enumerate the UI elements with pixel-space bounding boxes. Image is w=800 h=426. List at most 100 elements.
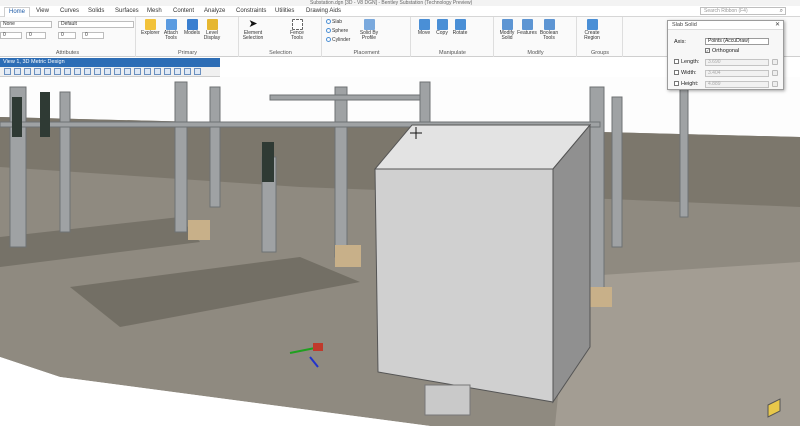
view-presentation-icon[interactable]	[144, 68, 151, 75]
level-combo[interactable]: None	[0, 21, 52, 28]
modify-solid-label: Modify Solid	[499, 30, 515, 41]
checkmark-icon: ✓	[705, 48, 710, 54]
group-label-modify: Modify	[527, 50, 544, 56]
fit-view-icon[interactable]	[44, 68, 51, 75]
copy-button[interactable]: Copy	[433, 19, 451, 36]
region-icon	[586, 19, 598, 30]
length-lock-checkbox[interactable]	[674, 59, 679, 65]
group-label-primary: Primary	[178, 50, 197, 56]
view-3d-canvas[interactable]	[0, 77, 800, 426]
view-title-bar[interactable]: View 1, 3D Metric Design	[0, 58, 220, 67]
weight-combo[interactable]: 0	[0, 32, 22, 39]
group-attributes: None Default 0 0 0 0 Attributes	[0, 17, 136, 57]
slab-button[interactable]: Slab	[326, 19, 342, 25]
explorer-label: Explorer	[141, 30, 160, 36]
slab-label: Slab	[332, 19, 343, 25]
style-combo[interactable]: Default	[58, 21, 134, 28]
previous-view-icon[interactable]	[84, 68, 91, 75]
scene-svg	[0, 81, 800, 426]
ribbon-search-input[interactable]: Search Ribbon (F4) ⌕	[700, 7, 786, 15]
move-button[interactable]: Move	[415, 19, 433, 36]
width-row[interactable]: Width:	[674, 70, 697, 76]
create-region-button[interactable]: Create Region	[581, 19, 603, 41]
rotate-label: Rotate	[452, 30, 468, 36]
length-lock-icon[interactable]	[772, 59, 778, 65]
fence-tools-button[interactable]: Fence Tools	[286, 19, 308, 41]
tab-utilities[interactable]: Utilities	[271, 7, 298, 17]
clip-volume-icon[interactable]	[124, 68, 131, 75]
group-label-groups: Groups	[590, 50, 610, 56]
solid-by-profile-button[interactable]: Solid By Profile	[357, 19, 381, 41]
next-view-icon[interactable]	[94, 68, 101, 75]
group-placement: Slab Sphere Cylinder Solid By Profile Pl…	[323, 17, 411, 57]
display-style-icon[interactable]	[184, 68, 191, 75]
view-settings-icon[interactable]	[174, 68, 181, 75]
tab-curves[interactable]: Curves	[56, 7, 83, 17]
height-lock-icon[interactable]	[772, 81, 778, 87]
tab-analyze[interactable]: Analyze	[200, 7, 229, 17]
explorer-button[interactable]: Explorer	[141, 19, 160, 36]
view-display-mode-icon[interactable]	[114, 68, 121, 75]
group-label-manipulate: Manipulate	[439, 50, 466, 56]
view-attributes-icon[interactable]	[4, 68, 11, 75]
tab-constraints[interactable]: Constraints	[232, 7, 270, 17]
camera-icon[interactable]	[154, 68, 161, 75]
tab-view[interactable]: View	[32, 7, 53, 17]
cylinder-button[interactable]: Cylinder	[326, 37, 350, 43]
walk-icon[interactable]	[74, 68, 81, 75]
length-row[interactable]: Length:	[674, 59, 699, 65]
width-field[interactable]: 3.404	[705, 70, 769, 77]
window-area-icon[interactable]	[34, 68, 41, 75]
pan-view-icon[interactable]	[64, 68, 71, 75]
rotate-view-icon[interactable]	[54, 68, 61, 75]
copy-view-icon[interactable]	[104, 68, 111, 75]
height-lock-checkbox[interactable]	[674, 81, 679, 87]
move-icon	[418, 19, 430, 30]
height-field[interactable]: 4.889	[705, 81, 769, 88]
color-combo[interactable]: 0	[26, 32, 46, 39]
close-icon[interactable]: ✕	[775, 21, 780, 30]
tab-home[interactable]: Home	[4, 7, 31, 17]
orthogonal-label: Orthogonal	[712, 48, 740, 54]
sphere-icon	[326, 28, 331, 34]
boolean-tools-button[interactable]: Boolean Tools	[538, 19, 560, 41]
tab-solids[interactable]: Solids	[84, 7, 108, 17]
zoom-in-icon[interactable]	[14, 68, 21, 75]
group-label-attributes: Attributes	[55, 50, 80, 56]
boolean-tools-label: Boolean Tools	[539, 30, 559, 41]
group-label-placement: Placement	[353, 50, 380, 56]
explorer-icon	[144, 19, 156, 30]
models-button[interactable]: Models	[183, 19, 201, 36]
tab-content[interactable]: Content	[169, 7, 198, 17]
axis-select[interactable]: Points (AccuDraw)	[705, 38, 769, 45]
tab-drawing-aids[interactable]: Drawing Aids	[302, 7, 345, 17]
clip-mask-icon[interactable]	[134, 68, 141, 75]
width-label: Width:	[681, 70, 697, 76]
search-icon: ⌕	[779, 8, 783, 14]
level-display-label: Level Display	[203, 30, 221, 41]
priority-combo[interactable]: 0	[82, 32, 104, 39]
orthogonal-checkbox[interactable]: ✓ Orthogonal	[705, 48, 739, 54]
width-lock-icon[interactable]	[772, 70, 778, 76]
rotate-button[interactable]: Rotate	[451, 19, 469, 36]
models-label: Models	[183, 30, 201, 36]
view-menu-icon[interactable]	[194, 68, 201, 75]
tab-surfaces[interactable]: Surfaces	[111, 7, 143, 17]
width-lock-checkbox[interactable]	[674, 70, 679, 76]
tab-mesh[interactable]: Mesh	[143, 7, 166, 17]
attach-tools-button[interactable]: Attach Tools	[161, 19, 181, 41]
solid-by-profile-label: Solid By Profile	[359, 30, 379, 41]
level-display-button[interactable]: Level Display	[203, 19, 221, 41]
height-row[interactable]: Height:	[674, 81, 698, 87]
slab-icon	[326, 19, 331, 25]
transparency-combo[interactable]: 0	[58, 32, 76, 39]
render-icon[interactable]	[164, 68, 171, 75]
length-field[interactable]: 3.690	[705, 59, 769, 66]
sphere-button[interactable]: Sphere	[326, 28, 348, 34]
zoom-out-icon[interactable]	[24, 68, 31, 75]
length-label: Length:	[681, 59, 700, 65]
element-selection-button[interactable]: ➤ Element Selection	[242, 19, 264, 41]
slab-front-face	[374, 168, 554, 403]
features-button[interactable]: Features	[517, 19, 537, 36]
modify-solid-button[interactable]: Modify Solid	[497, 19, 517, 41]
